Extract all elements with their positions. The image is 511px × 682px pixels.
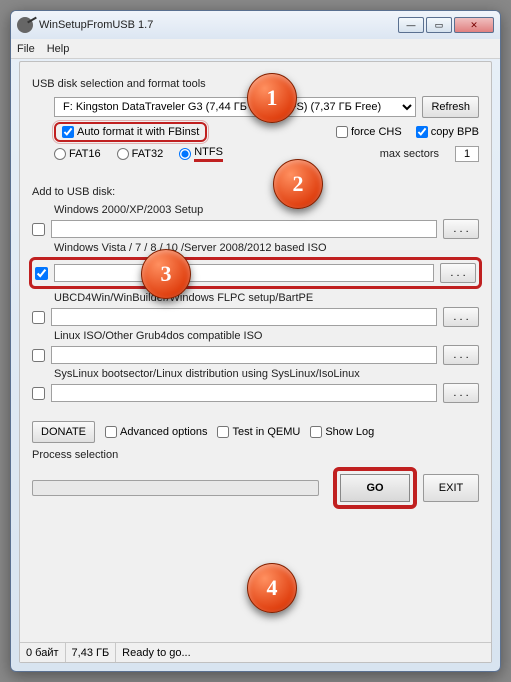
opt5-checkbox[interactable] <box>32 387 45 400</box>
exit-button[interactable]: EXIT <box>423 474 479 502</box>
test-qemu-checkbox[interactable]: Test in QEMU <box>217 426 300 438</box>
usb-selection-label: USB disk selection and format tools <box>32 78 479 90</box>
opt5-label: SysLinux bootsector/Linux distribution u… <box>54 368 360 380</box>
show-log-checkbox[interactable]: Show Log <box>310 426 374 438</box>
client-area: USB disk selection and format tools F: K… <box>19 61 492 663</box>
opt4-path[interactable] <box>51 346 437 364</box>
opt4-browse[interactable]: . . . <box>443 345 479 365</box>
status-text: Ready to go... <box>116 643 491 662</box>
opt4-checkbox[interactable] <box>32 349 45 362</box>
opt2-browse[interactable]: . . . <box>440 263 476 283</box>
advanced-options-checkbox[interactable]: Advanced options <box>105 426 207 438</box>
process-selection-label: Process selection <box>32 449 479 461</box>
autoformat-highlight: Auto format it with FBinst <box>54 122 207 142</box>
opt2-path[interactable] <box>54 264 434 282</box>
progress-bar <box>32 480 319 496</box>
menubar: File Help <box>11 39 500 59</box>
opt5-path[interactable] <box>51 384 437 402</box>
statusbar: 0 байт 7,43 ГБ Ready to go... <box>20 642 491 662</box>
app-window: WinSetupFromUSB 1.7 — ▭ ✕ File Help USB … <box>10 10 501 672</box>
opt3-browse[interactable]: . . . <box>443 307 479 327</box>
opt5-browse[interactable]: . . . <box>443 383 479 403</box>
window-buttons: — ▭ ✕ <box>398 17 494 33</box>
status-size1: 0 байт <box>20 643 66 662</box>
status-size2: 7,43 ГБ <box>66 643 117 662</box>
ntfs-radio[interactable]: NTFS <box>179 146 223 162</box>
opt1-browse[interactable]: . . . <box>443 219 479 239</box>
fat16-radio[interactable]: FAT16 <box>54 148 101 160</box>
fat32-radio[interactable]: FAT32 <box>117 148 164 160</box>
opt1-label: Windows 2000/XP/2003 Setup <box>54 204 203 216</box>
opt1-checkbox[interactable] <box>32 223 45 236</box>
go-highlight: GO <box>333 467 417 509</box>
opt4-label: Linux ISO/Other Grub4dos compatible ISO <box>54 330 263 342</box>
go-button[interactable]: GO <box>340 474 410 502</box>
drive-select[interactable]: F: Kingston DataTraveler G3 (7,44 ГБ Tot… <box>54 97 416 117</box>
donate-button[interactable]: DONATE <box>32 421 95 443</box>
close-button[interactable]: ✕ <box>454 17 494 33</box>
opt3-label: UBCD4Win/WinBuilder/Windows FLPC setup/B… <box>54 292 313 304</box>
opt3-checkbox[interactable] <box>32 311 45 324</box>
menu-file[interactable]: File <box>17 43 35 55</box>
opt2-checkbox[interactable] <box>35 267 48 280</box>
forcechs-checkbox[interactable]: force CHS <box>336 126 402 138</box>
maximize-button[interactable]: ▭ <box>426 17 452 33</box>
copybpb-checkbox[interactable]: copy BPB <box>416 126 479 138</box>
minimize-button[interactable]: — <box>398 17 424 33</box>
titlebar: WinSetupFromUSB 1.7 — ▭ ✕ <box>11 11 500 39</box>
maxsectors-input[interactable] <box>455 146 479 162</box>
menu-help[interactable]: Help <box>47 43 70 55</box>
refresh-button[interactable]: Refresh <box>422 96 479 118</box>
window-title: WinSetupFromUSB 1.7 <box>39 19 398 31</box>
autoformat-checkbox[interactable]: Auto format it with FBinst <box>62 126 199 138</box>
opt2-label: Windows Vista / 7 / 8 / 10 /Server 2008/… <box>54 242 327 254</box>
opt3-path[interactable] <box>51 308 437 326</box>
add-to-usb-label: Add to USB disk: <box>32 186 479 198</box>
app-icon <box>17 17 33 33</box>
opt2-highlight: . . . <box>29 257 482 289</box>
maxsectors-label: max sectors <box>380 148 439 160</box>
opt1-path[interactable] <box>51 220 437 238</box>
